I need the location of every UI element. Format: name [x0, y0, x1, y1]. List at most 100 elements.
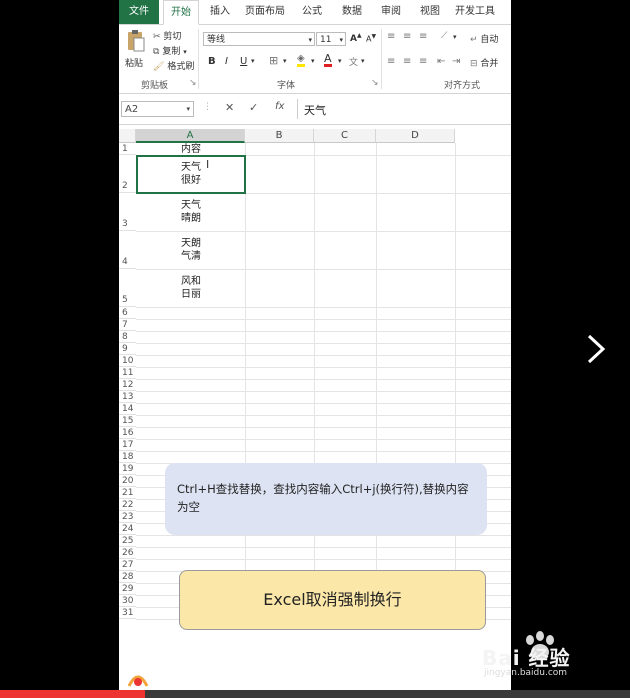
column-header-d[interactable]: D: [376, 129, 455, 143]
row-header-3[interactable]: 3: [119, 193, 136, 231]
increase-font-button[interactable]: A▲: [350, 32, 362, 44]
row-header-6[interactable]: 6: [119, 307, 136, 319]
row-header-9[interactable]: 9: [119, 343, 136, 355]
chevron-down-icon: ▾: [183, 48, 187, 56]
name-box[interactable]: A2 ▾: [121, 101, 194, 117]
row-header-21[interactable]: 21: [119, 487, 136, 499]
format-painter-button[interactable]: 🖌 格式刷: [153, 59, 194, 72]
font-name-combo[interactable]: 等线 ▾: [203, 32, 315, 46]
row-header-8[interactable]: 8: [119, 331, 136, 343]
tab-data[interactable]: 数据: [335, 0, 369, 24]
wrap-text-button[interactable]: ↵ 自动: [470, 32, 498, 45]
cell-line: 天朗: [181, 238, 201, 249]
row-header-12[interactable]: 12: [119, 379, 136, 391]
row-header-16[interactable]: 16: [119, 427, 136, 439]
clipboard-icon: [128, 30, 145, 52]
merge-label: 合并: [480, 59, 499, 69]
chevron-down-icon[interactable]: ▾: [283, 57, 287, 65]
wrap-text-label: 自动: [480, 35, 499, 45]
tab-file[interactable]: 文件: [119, 0, 159, 24]
align-left-icon[interactable]: ≡: [387, 56, 395, 67]
copy-button[interactable]: ⧉ 复制 ▾: [153, 44, 187, 57]
cancel-icon[interactable]: ✕: [225, 101, 234, 114]
row-header-7[interactable]: 7: [119, 319, 136, 331]
tab-review[interactable]: 审阅: [374, 0, 408, 24]
row-header-17[interactable]: 17: [119, 439, 136, 451]
row-header-29[interactable]: 29: [119, 583, 136, 595]
row-header-13[interactable]: 13: [119, 391, 136, 403]
chevron-down-icon[interactable]: ▾: [338, 57, 342, 65]
column-divider: [455, 143, 456, 619]
font-size-combo[interactable]: 11 ▾: [316, 32, 346, 46]
row-header-20[interactable]: 20: [119, 475, 136, 487]
formula-input[interactable]: 天气: [297, 99, 511, 119]
row-header-27[interactable]: 27: [119, 559, 136, 571]
tab-insert[interactable]: 插入: [203, 0, 237, 24]
align-bottom-icon[interactable]: ≡: [419, 31, 427, 42]
clipboard-launcher-icon[interactable]: ↘: [189, 78, 197, 88]
row-header-10[interactable]: 10: [119, 355, 136, 367]
tab-formulas[interactable]: 公式: [295, 0, 329, 24]
tab-developer[interactable]: 开发工具: [451, 0, 499, 24]
row-header-18[interactable]: 18: [119, 451, 136, 463]
column-header-c[interactable]: C: [314, 129, 376, 143]
cell-line: 天气: [181, 200, 201, 211]
phonetic-icon[interactable]: 文: [349, 55, 358, 68]
decrease-font-button[interactable]: A▼: [366, 33, 376, 44]
scissors-icon: ✂: [153, 32, 161, 42]
chevron-down-icon[interactable]: ▾: [453, 33, 457, 41]
cell-a3[interactable]: 天气 晴朗: [181, 199, 201, 225]
align-center-icon[interactable]: ≡: [403, 56, 411, 67]
merge-button[interactable]: ⊟ 合并: [470, 56, 498, 69]
cell-a5[interactable]: 风和 日丽: [181, 275, 201, 301]
confirm-icon[interactable]: ✓: [249, 101, 258, 114]
insert-function-button[interactable]: fx: [275, 101, 284, 112]
row-header-4[interactable]: 4: [119, 231, 136, 269]
row-header-15[interactable]: 15: [119, 415, 136, 427]
align-top-icon[interactable]: ≡: [387, 31, 395, 42]
decrease-indent-icon[interactable]: ⇤: [437, 56, 445, 67]
row-header-28[interactable]: 28: [119, 571, 136, 583]
font-launcher-icon[interactable]: ↘: [371, 78, 379, 88]
chevron-down-icon[interactable]: ▾: [251, 57, 255, 65]
row-header-22[interactable]: 22: [119, 499, 136, 511]
underline-button[interactable]: U: [240, 56, 247, 67]
align-right-icon[interactable]: ≡: [419, 56, 427, 67]
ribbon-home: 粘贴 ✂ 剪切 ⧉ 复制 ▾ 🖌 格式刷 剪贴板 ↘ 等线 ▾ 11 ▾ A▲ …: [119, 25, 511, 94]
row-header-26[interactable]: 26: [119, 547, 136, 559]
column-header-b[interactable]: B: [245, 129, 314, 143]
row-header-24[interactable]: 24: [119, 523, 136, 535]
align-middle-icon[interactable]: ≡: [403, 31, 411, 42]
column-header-a[interactable]: A: [136, 129, 245, 143]
chevron-down-icon[interactable]: ▾: [311, 57, 315, 65]
row-header-23[interactable]: 23: [119, 511, 136, 523]
tab-home[interactable]: 开始: [163, 0, 199, 25]
row-header-30[interactable]: 30: [119, 595, 136, 607]
row-header-25[interactable]: 25: [119, 535, 136, 547]
tab-page-layout[interactable]: 页面布局: [241, 0, 289, 24]
orientation-icon[interactable]: ⟋: [441, 31, 447, 41]
font-group-label: 字体: [277, 81, 296, 91]
font-color-button[interactable]: A: [324, 53, 332, 67]
row-header-1[interactable]: 1: [119, 143, 136, 155]
row-header-19[interactable]: 19: [119, 463, 136, 475]
video-progress-bar[interactable]: [0, 690, 630, 698]
italic-button[interactable]: I: [225, 56, 228, 67]
worksheet-grid[interactable]: ABCD 1 2 3 4 5 6 7 8 9 10 11 12 13 14 15 16 17 18 19 20 21 22…: [119, 125, 511, 685]
chevron-down-icon[interactable]: ▾: [361, 57, 365, 65]
cell-a4[interactable]: 天朗 气清: [181, 237, 201, 263]
row-header-2[interactable]: 2: [119, 155, 136, 193]
row-header-5[interactable]: 5: [119, 269, 136, 307]
next-arrow-icon[interactable]: [584, 332, 608, 366]
row-header-11[interactable]: 11: [119, 367, 136, 379]
paste-button[interactable]: 粘贴: [125, 29, 147, 75]
cut-button[interactable]: ✂ 剪切: [153, 29, 181, 42]
row-header-31[interactable]: 31: [119, 607, 136, 619]
row-header-14[interactable]: 14: [119, 403, 136, 415]
increase-indent-icon[interactable]: ⇥: [452, 56, 460, 67]
bold-button[interactable]: B: [208, 56, 216, 67]
border-icon[interactable]: ⊞: [269, 54, 278, 67]
select-all-corner[interactable]: [119, 129, 136, 143]
tab-view[interactable]: 视图: [413, 0, 447, 24]
fill-color-button[interactable]: ◈: [297, 53, 305, 67]
